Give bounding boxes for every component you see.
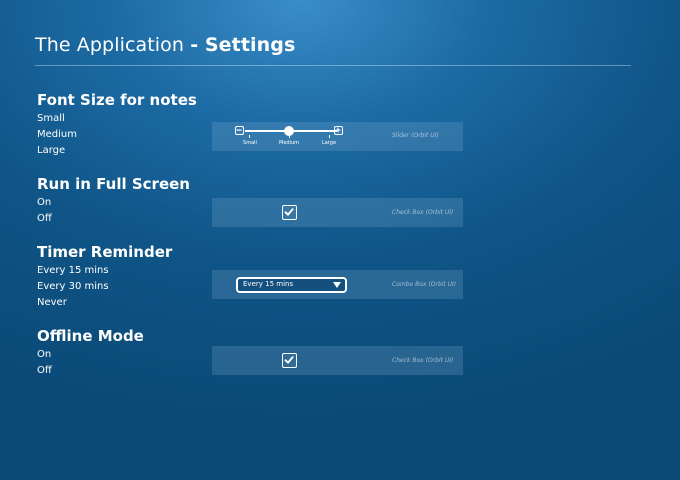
timer-option-15: Every 15 mins (37, 265, 109, 276)
settings-screen: { "header": { "app_name": "The Applicati… (0, 0, 680, 480)
timer-reminder-heading: Timer Reminder (37, 243, 173, 261)
full-screen-option-on: On (37, 197, 52, 208)
slider-tick-small (249, 135, 250, 138)
checkbox-note: Check Box (Orbit UI) (392, 209, 454, 216)
font-size-heading: Font Size for notes (37, 91, 197, 109)
triangle-down-icon[interactable] (333, 282, 341, 288)
font-size-option-large: Large (37, 145, 66, 156)
timer-combobox-value: Every 15 mins (243, 280, 294, 288)
timer-control-panel: Every 15 mins Combo Box (Orbit UI) (212, 270, 463, 299)
combobox-note: Combo Box (Orbit UI) (392, 281, 457, 288)
timer-option-30: Every 30 mins (37, 281, 109, 292)
offline-mode-heading: Offline Mode (37, 327, 144, 345)
page-name: - Settings (190, 34, 296, 56)
full-screen-option-off: Off (37, 213, 52, 224)
slider-tick-medium (289, 135, 290, 138)
plus-box-icon[interactable] (334, 126, 343, 135)
full-screen-heading: Run in Full Screen (37, 175, 190, 193)
page-title: The Application - Settings (35, 34, 295, 56)
timer-option-never: Never (37, 297, 67, 308)
offline-checkbox[interactable] (282, 353, 297, 368)
slider-tick-label-medium: Medium (279, 140, 299, 146)
offline-control-panel: Check Box (Orbit UI) (212, 346, 463, 375)
full-screen-checkbox[interactable] (282, 205, 297, 220)
slider-tick-large (329, 135, 330, 138)
title-divider (35, 65, 631, 66)
offline-option-off: Off (37, 365, 52, 376)
timer-combobox[interactable]: Every 15 mins (236, 277, 347, 293)
slider-tick-label-large: Large (321, 140, 337, 146)
checkbox-note: Check Box (Orbit UI) (392, 357, 454, 364)
checkmark-icon (284, 208, 294, 216)
checkmark-icon (284, 356, 294, 364)
offline-option-on: On (37, 349, 52, 360)
slider-note: Slider (Orbit UI) (392, 132, 439, 139)
font-size-control-panel: Small Medium Large Slider (Orbit UI) (212, 122, 463, 151)
font-size-option-small: Small (37, 113, 65, 124)
slider-tick-label-small: Small (243, 140, 257, 146)
full-screen-control-panel: Check Box (Orbit UI) (212, 198, 463, 227)
app-name: The Application (35, 34, 185, 56)
font-size-option-medium: Medium (37, 129, 77, 140)
minus-box-icon[interactable] (235, 126, 244, 135)
